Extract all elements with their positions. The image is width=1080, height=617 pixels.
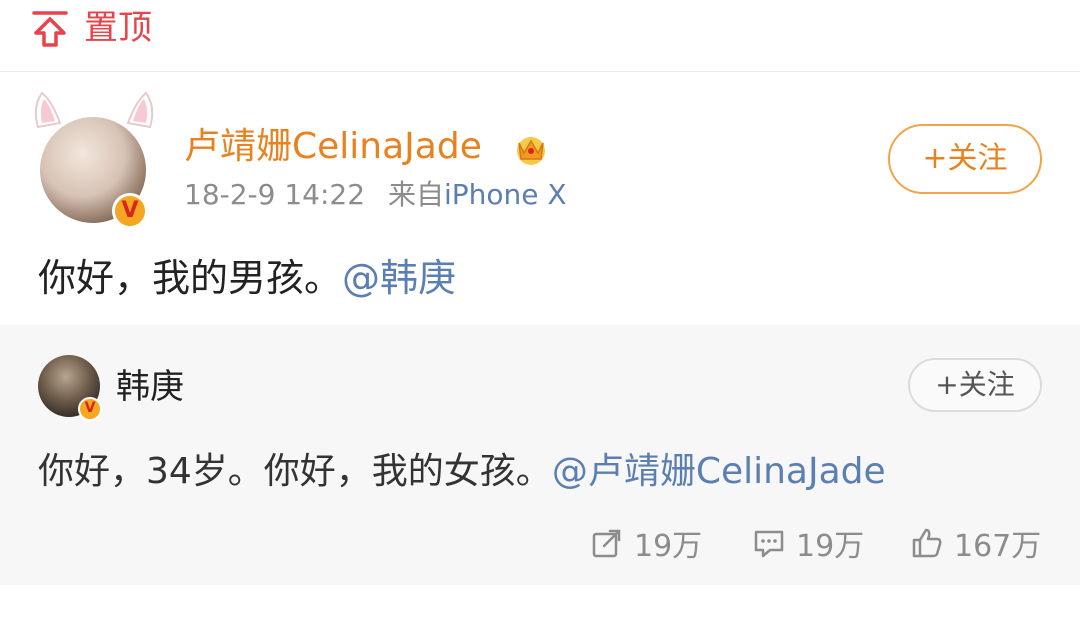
post-timestamp: 18-2-9 14:22 [184,178,366,211]
repost-card[interactable]: V 韩庚 +关注 你好，34岁。你好，我的女孩。@卢靖姗CelinaJade 1… [0,325,1080,585]
verified-v-icon: V [78,397,102,421]
post-meta: 18-2-9 14:22 来自iPhone X [184,175,567,215]
repost-follow-button[interactable]: +关注 [908,358,1042,412]
like-action[interactable]: 167万 [910,515,1041,571]
post-source[interactable]: iPhone X [444,178,567,211]
pinned-label: 置顶 [84,8,152,48]
like-icon [912,528,942,558]
repost-author-name[interactable]: 韩庚 [116,365,184,409]
comment-action[interactable]: 19万 [752,515,864,571]
bottom-spacer [0,585,1080,617]
repost-icon [592,529,621,558]
vip-crown-icon[interactable] [512,129,550,167]
action-bar: 19万 19万 167万 [0,515,1080,571]
weibo-post: V 卢靖姗CelinaJade 18-2-9 14:22 来自iPhone X … [0,73,1080,325]
pinned-header: 置顶 [0,0,1080,72]
source-prefix: 来自 [387,178,444,211]
follow-button[interactable]: +关注 [888,124,1042,194]
author-name[interactable]: 卢靖姗CelinaJade [184,125,482,169]
repost-text: 你好，34岁。你好，我的女孩。@卢靖姗CelinaJade [38,447,886,497]
like-count: 167万 [954,529,1042,564]
verified-v-icon: V [112,193,148,229]
repost-action[interactable]: 19万 [590,515,702,571]
mention-link[interactable]: @韩庚 [342,256,456,300]
comment-count: 19万 [796,529,865,564]
post-body: 你好，我的男孩。 [38,256,343,300]
mention-link[interactable]: @卢靖姗CelinaJade [552,451,886,492]
pin-top-icon [32,11,68,47]
repost-body: 你好，34岁。你好，我的女孩。 [38,451,552,492]
post-text: 你好，我的男孩。@韩庚 [38,253,456,303]
repost-count: 19万 [634,529,703,564]
comment-icon [754,530,784,558]
